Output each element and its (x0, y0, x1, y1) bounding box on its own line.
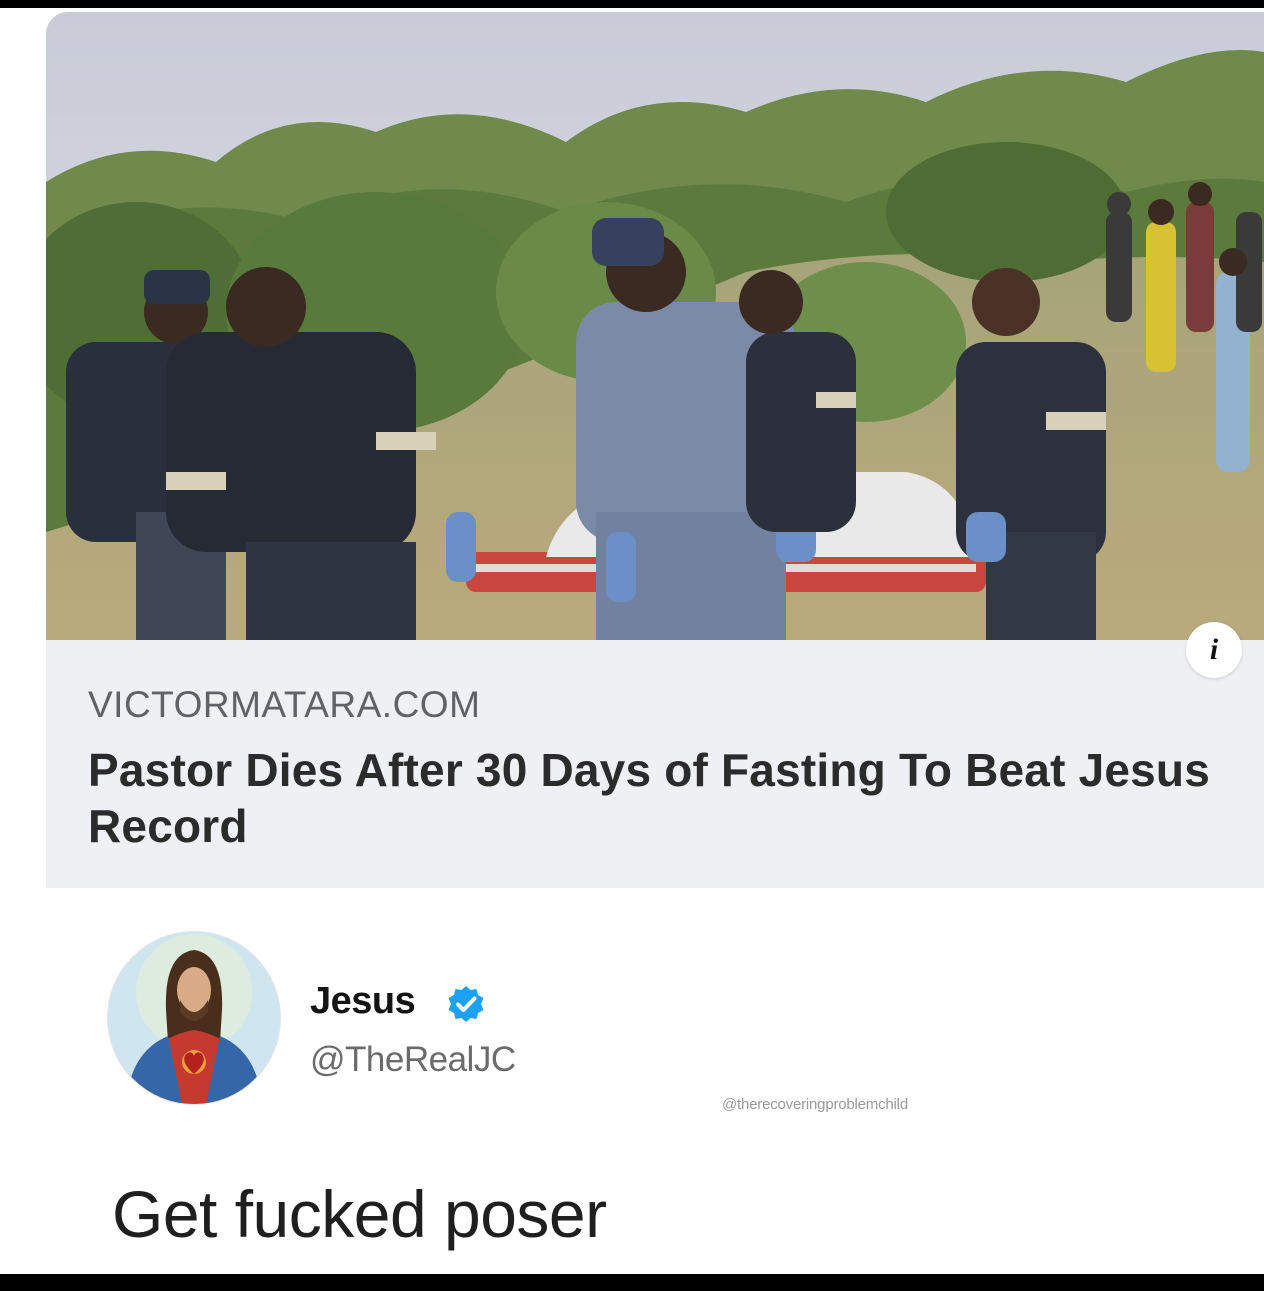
article-photo (46, 12, 1264, 640)
verified-badge-icon (446, 984, 486, 1024)
link-preview-card[interactable]: i VICTORMATARA.COM Pastor Dies After 30 … (46, 12, 1264, 888)
article-domain: VICTORMATARA.COM (88, 684, 481, 725)
user-handle[interactable]: @TheRealJC (310, 1040, 516, 1080)
watermark: @therecoveringproblemchild (722, 1096, 908, 1113)
screenshot-frame: i VICTORMATARA.COM Pastor Dies After 30 … (0, 8, 1264, 1274)
article-headline[interactable]: Pastor Dies After 30 Days of Fasting To … (88, 742, 1238, 854)
tweet-text: Get fucked poser (112, 1177, 607, 1251)
info-icon: i (1209, 633, 1219, 666)
avatar[interactable] (108, 932, 280, 1104)
display-name[interactable]: Jesus (310, 980, 416, 1023)
info-button[interactable]: i (1186, 622, 1242, 678)
